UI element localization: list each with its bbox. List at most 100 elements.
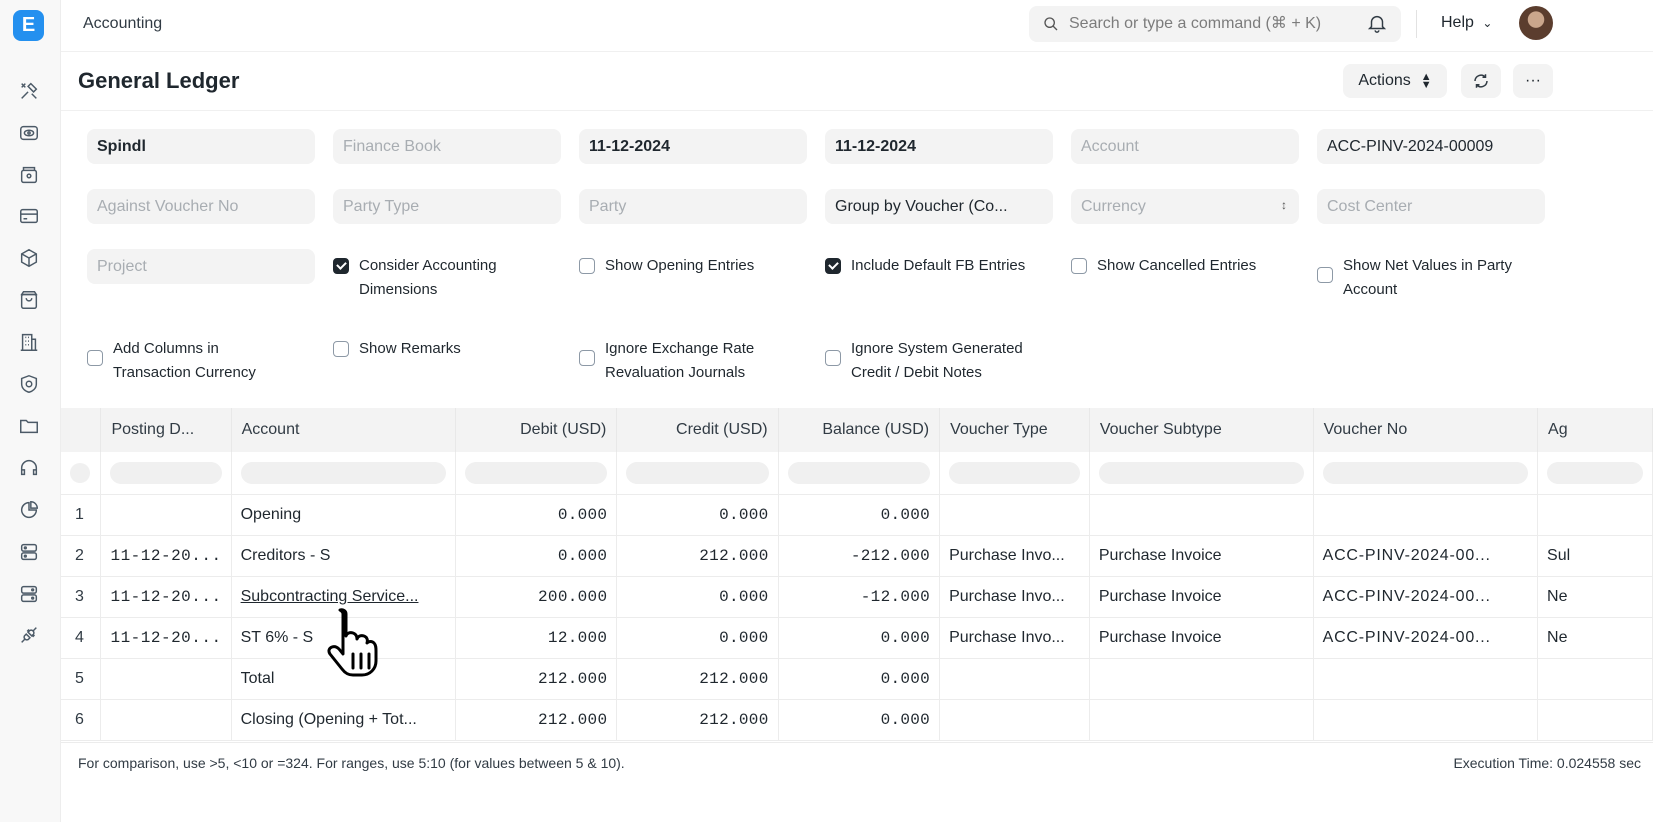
filter-cell[interactable]: [1089, 452, 1314, 495]
column-header-account[interactable]: Account: [231, 408, 457, 452]
actions-button[interactable]: Actions ▲ ▼: [1343, 64, 1447, 98]
filter-cell[interactable]: [455, 452, 618, 495]
cell-balance[interactable]: 0.000: [778, 658, 941, 700]
cell-posting-date[interactable]: 11-12-20...: [100, 576, 232, 618]
column-header-voucher-no[interactable]: Voucher No: [1313, 408, 1539, 452]
group-by-select[interactable]: Group by Voucher (Co...: [825, 189, 1053, 224]
column-header-balance[interactable]: Balance (USD): [778, 408, 941, 452]
cell-voucher-type[interactable]: Purchase Invo...: [939, 576, 1090, 618]
shopping-bag-icon[interactable]: [16, 287, 42, 313]
checkbox-box[interactable]: [579, 258, 595, 274]
checkbox-box[interactable]: [87, 350, 103, 366]
filter-cell[interactable]: [1537, 452, 1653, 495]
cell-balance[interactable]: 0.000: [778, 617, 941, 659]
column-header-voucher-type[interactable]: Voucher Type: [939, 408, 1090, 452]
refresh-button[interactable]: [1461, 64, 1501, 98]
folder-icon[interactable]: [16, 413, 42, 439]
cell-credit[interactable]: 0.000: [616, 617, 779, 659]
checkbox-box[interactable]: [579, 350, 595, 366]
checkbox-box[interactable]: [825, 350, 841, 366]
search-bar[interactable]: [1029, 6, 1401, 42]
cell-account[interactable]: Creditors - S: [231, 535, 457, 577]
show-remarks-checkbox[interactable]: Show Remarks: [333, 337, 461, 361]
filter-cell[interactable]: [231, 452, 457, 495]
cell-voucher-subtype[interactable]: [1089, 699, 1314, 741]
user-avatar[interactable]: [1519, 6, 1553, 40]
filter-cell[interactable]: [616, 452, 779, 495]
project-field[interactable]: Project: [87, 249, 315, 284]
column-header-posting-date[interactable]: Posting D...: [100, 408, 232, 452]
app-logo[interactable]: E: [13, 10, 44, 41]
cell-voucher-subtype[interactable]: [1089, 494, 1314, 536]
cell-balance[interactable]: -212.000: [778, 535, 941, 577]
cell-against[interactable]: Sul: [1537, 535, 1653, 577]
cell-account[interactable]: Closing (Opening + Tot...: [231, 699, 457, 741]
filter-cell[interactable]: [100, 452, 232, 495]
card-icon[interactable]: [16, 203, 42, 229]
cell-voucher-type[interactable]: Purchase Invo...: [939, 617, 1090, 659]
cell-voucher-subtype[interactable]: Purchase Invoice: [1089, 535, 1314, 577]
show-cancelled-checkbox[interactable]: Show Cancelled Entries: [1071, 254, 1256, 278]
cell-debit[interactable]: 0.000: [455, 494, 618, 536]
cell-voucher-subtype[interactable]: Purchase Invoice: [1089, 617, 1314, 659]
cell-balance[interactable]: -12.000: [778, 576, 941, 618]
party-type-field[interactable]: Party Type: [333, 189, 561, 224]
cell-voucher-no[interactable]: [1313, 699, 1539, 741]
cell-posting-date[interactable]: 11-12-20...: [100, 617, 232, 659]
cell-debit[interactable]: 212.000: [455, 658, 618, 700]
add-columns-checkbox[interactable]: Add Columns in Transaction Currency: [87, 337, 256, 385]
checkbox-box[interactable]: [1071, 258, 1087, 274]
filter-cell[interactable]: [1313, 452, 1539, 495]
consider-dimensions-checkbox[interactable]: Consider Accounting Dimensions: [333, 254, 497, 302]
voucher-no-field[interactable]: ACC-PINV-2024-00009: [1317, 129, 1545, 164]
cell-posting-date[interactable]: [100, 658, 232, 700]
column-header-credit[interactable]: Credit (USD): [616, 408, 779, 452]
search-input[interactable]: [1069, 15, 1369, 33]
cost-center-field[interactable]: Cost Center: [1317, 189, 1545, 224]
show-net-values-checkbox[interactable]: Show Net Values in Party Account: [1317, 254, 1512, 302]
cell-voucher-no[interactable]: ACC-PINV-2024-00...: [1313, 535, 1539, 577]
cell-posting-date[interactable]: 11-12-20...: [100, 535, 232, 577]
cell-debit[interactable]: 200.000: [455, 576, 618, 618]
cell-credit[interactable]: 0.000: [616, 576, 779, 618]
show-opening-checkbox[interactable]: Show Opening Entries: [579, 254, 754, 278]
cell-voucher-no[interactable]: [1313, 494, 1539, 536]
currency-select[interactable]: Currency ↕: [1071, 189, 1299, 224]
breadcrumb[interactable]: Accounting: [83, 15, 162, 33]
cell-posting-date[interactable]: [100, 699, 232, 741]
help-menu[interactable]: Help ⌄: [1441, 14, 1492, 32]
column-header-debit[interactable]: Debit (USD): [455, 408, 618, 452]
column-header-voucher-subtype[interactable]: Voucher Subtype: [1089, 408, 1314, 452]
cell-against[interactable]: [1537, 658, 1653, 700]
cell-debit[interactable]: 0.000: [455, 535, 618, 577]
cube-icon[interactable]: [16, 245, 42, 271]
to-date-field[interactable]: 11-12-2024: [825, 129, 1053, 164]
cell-voucher-no[interactable]: [1313, 658, 1539, 700]
against-voucher-field[interactable]: Against Voucher No: [87, 189, 315, 224]
pie-chart-icon[interactable]: [16, 497, 42, 523]
finance-book-field[interactable]: Finance Book: [333, 129, 561, 164]
ignore-system-checkbox[interactable]: Ignore System Generated Credit / Debit No…: [825, 337, 1023, 385]
cell-voucher-type[interactable]: [939, 658, 1090, 700]
checkbox-box[interactable]: [333, 341, 349, 357]
server-icon[interactable]: [16, 539, 42, 565]
building-icon[interactable]: [16, 329, 42, 355]
party-field[interactable]: Party: [579, 189, 807, 224]
cell-against[interactable]: Ne: [1537, 576, 1653, 618]
cell-credit[interactable]: 212.000: [616, 699, 779, 741]
cell-credit[interactable]: 0.000: [616, 494, 779, 536]
eye-icon[interactable]: [16, 120, 42, 146]
cell-voucher-no[interactable]: ACC-PINV-2024-00...: [1313, 576, 1539, 618]
checkbox-box[interactable]: [333, 258, 349, 274]
filter-cell[interactable]: [778, 452, 941, 495]
cell-credit[interactable]: 212.000: [616, 535, 779, 577]
headset-icon[interactable]: [16, 455, 42, 481]
checkbox-box[interactable]: [825, 258, 841, 274]
cell-balance[interactable]: 0.000: [778, 699, 941, 741]
checkbox-box[interactable]: [1317, 267, 1333, 283]
notification-bell-icon[interactable]: [1366, 12, 1392, 38]
cell-debit[interactable]: 12.000: [455, 617, 618, 659]
account-field[interactable]: Account: [1071, 129, 1299, 164]
cell-against[interactable]: [1537, 494, 1653, 536]
ignore-exchange-checkbox[interactable]: Ignore Exchange Rate Revaluation Journals: [579, 337, 754, 385]
